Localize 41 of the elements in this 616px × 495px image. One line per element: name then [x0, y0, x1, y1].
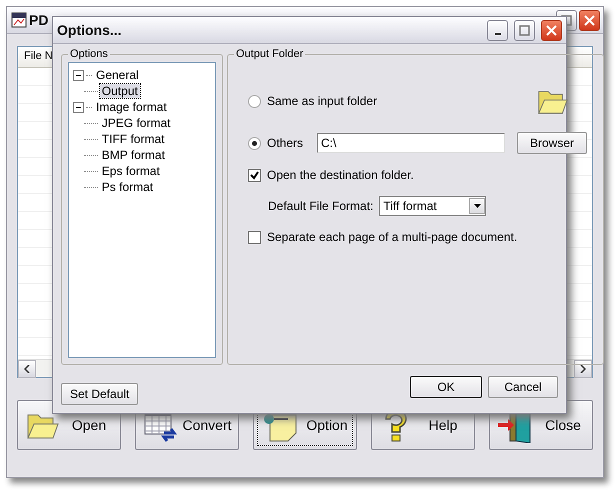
close-button[interactable]: [579, 10, 600, 30]
caret-icon: [474, 204, 481, 208]
checkbox-label: Separate each page of a multi-page document.: [267, 230, 518, 244]
cancel-button[interactable]: Cancel: [488, 376, 558, 398]
tree-item[interactable]: Eps format: [100, 164, 162, 178]
scroll-right-button[interactable]: [574, 360, 592, 378]
tree-item[interactable]: TIFF format: [100, 132, 166, 146]
minimize-icon: [494, 32, 500, 34]
field-label: Default File Format:: [268, 199, 374, 213]
tree-item[interactable]: JPEG format: [100, 116, 172, 130]
checkbox[interactable]: [248, 168, 261, 182]
pdf-file-icon: [11, 12, 27, 28]
collapse-icon[interactable]: [73, 70, 84, 80]
maximize-button[interactable]: [514, 20, 535, 40]
browse-button[interactable]: Browser: [517, 132, 588, 154]
tree-item[interactable]: Output: [100, 84, 140, 98]
radio-button[interactable]: [248, 136, 261, 150]
maximize-icon: [519, 24, 530, 36]
scroll-left-button[interactable]: [18, 360, 36, 378]
radio-label: Others: [267, 136, 304, 150]
group-label: Output Folder: [235, 48, 304, 60]
checkbox-label: Open the destination folder.: [267, 168, 414, 182]
tree-item[interactable]: Image format: [94, 100, 169, 114]
set-default-button[interactable]: Set Default: [61, 383, 138, 405]
radio-label: Same as input folder: [267, 94, 378, 108]
collapse-icon[interactable]: [73, 102, 84, 112]
format-dropdown[interactable]: Tiff format: [379, 196, 486, 216]
tree-item[interactable]: Ps format: [100, 180, 156, 194]
close-icon: [584, 14, 595, 26]
dialog-title: Options...: [57, 22, 122, 38]
window-title: PD: [29, 12, 48, 28]
tree-item[interactable]: BMP format: [100, 148, 167, 162]
checkbox[interactable]: [248, 230, 261, 244]
close-button[interactable]: [541, 20, 562, 40]
tree-item[interactable]: General: [94, 68, 141, 82]
minimize-button[interactable]: [487, 20, 508, 40]
path-field[interactable]: C:\: [317, 133, 506, 153]
group-label: Options: [69, 48, 109, 60]
close-icon: [546, 24, 557, 36]
ok-button[interactable]: OK: [410, 376, 482, 398]
radio-button[interactable]: [248, 94, 261, 108]
